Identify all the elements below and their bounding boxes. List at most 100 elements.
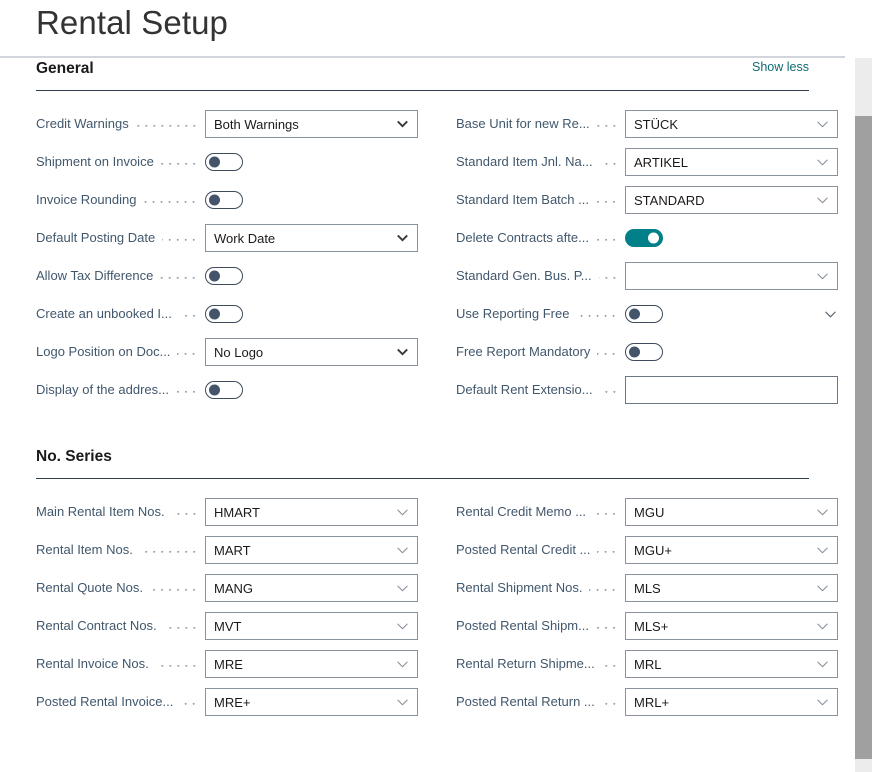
lookup-value: MGU: [634, 504, 665, 520]
toggle-switch[interactable]: [625, 343, 663, 361]
field-control: [625, 343, 838, 361]
dotted-leader: [599, 384, 618, 397]
lookup-field[interactable]: MART: [205, 536, 418, 564]
chevron-down-icon: [397, 547, 408, 554]
toggle-switch[interactable]: [205, 191, 243, 209]
field-control: [205, 153, 418, 171]
toggle-switch[interactable]: [625, 305, 663, 323]
field-label: Display of the addres...: [36, 382, 169, 397]
field-label: Rental Shipment Nos.: [456, 580, 583, 595]
left-column: Main Rental Item Nos. HMART Rental Item No…: [36, 493, 418, 721]
chevron-down-icon: [817, 547, 828, 554]
show-less-link[interactable]: Show less: [752, 60, 809, 74]
lookup-field[interactable]: MRE+: [205, 688, 418, 716]
dotted-leader: [143, 194, 198, 207]
field-control: STANDARD: [625, 186, 838, 214]
field-row: Standard Gen. Bus. P...: [456, 257, 838, 295]
lookup-field[interactable]: MRE: [205, 650, 418, 678]
lookup-field[interactable]: MANG: [205, 574, 418, 602]
field-grid: Main Rental Item Nos. HMART Rental Item No…: [36, 493, 845, 721]
lookup-field[interactable]: MGU+: [625, 536, 838, 564]
field-label: Rental Credit Memo ...: [456, 504, 587, 519]
dotted-leader: [139, 544, 198, 557]
dotted-leader: [135, 118, 198, 131]
vertical-scrollbar-track[interactable]: [855, 58, 872, 772]
field-label: Posted Rental Invoice...: [36, 694, 174, 709]
toggle-switch[interactable]: [205, 381, 243, 399]
lookup-field[interactable]: STANDARD: [625, 186, 838, 214]
field-control: [205, 381, 418, 399]
expand-chevron-down-icon[interactable]: [823, 307, 838, 322]
right-column: Rental Credit Memo ... MGU Posted Rental C…: [456, 493, 838, 721]
select-value: Work Date: [214, 230, 276, 246]
field-label: Rental Quote Nos.: [36, 580, 143, 595]
section-header: No. Series: [36, 446, 809, 479]
select-field[interactable]: No Logo: [205, 338, 418, 366]
lookup-field[interactable]: MRL+: [625, 688, 838, 716]
field-control: [205, 267, 418, 285]
field-control: MRE+: [205, 688, 418, 716]
field-label: Posted Rental Return ...: [456, 694, 595, 709]
field-row: Free Report Mandatory: [456, 333, 838, 371]
field-row: Posted Rental Credit ... MGU+: [456, 531, 838, 569]
dotted-leader: [597, 544, 618, 557]
lookup-value: MRE: [214, 656, 243, 672]
vertical-scrollbar-thumb[interactable]: [855, 116, 872, 759]
field-control: [625, 376, 838, 404]
field-label: Allow Tax Difference: [36, 268, 154, 283]
select-field[interactable]: Both Warnings: [205, 110, 418, 138]
lookup-value: MRL: [634, 656, 662, 672]
toggle-knob: [629, 346, 640, 358]
toggle-knob: [209, 194, 220, 206]
field-label: Posted Rental Shipm...: [456, 618, 589, 633]
toggle-switch[interactable]: [205, 153, 243, 171]
toggle-knob: [209, 308, 220, 320]
lookup-field[interactable]: MLS: [625, 574, 838, 602]
field-control: MGU: [625, 498, 838, 526]
dotted-leader: [601, 696, 618, 709]
field-row: Delete Contracts afte...: [456, 219, 838, 257]
field-control: Work Date: [205, 224, 418, 252]
dotted-leader: [180, 696, 198, 709]
dotted-leader: [599, 156, 618, 169]
toggle-switch[interactable]: [625, 229, 663, 247]
field-control: ARTIKEL: [625, 148, 838, 176]
dotted-leader: [160, 270, 198, 283]
lookup-field[interactable]: MVT: [205, 612, 418, 640]
lookup-value: MGU+: [634, 542, 672, 558]
field-control: HMART: [205, 498, 418, 526]
dotted-leader: [595, 194, 618, 207]
lookup-field[interactable]: MGU: [625, 498, 838, 526]
lookup-field[interactable]: STÜCK: [625, 110, 838, 138]
lookup-field[interactable]: MRL: [625, 650, 838, 678]
dotted-leader: [595, 232, 618, 245]
lookup-field[interactable]: HMART: [205, 498, 418, 526]
field-row: Rental Return Shipme... MRL: [456, 645, 838, 683]
field-label: Main Rental Item Nos.: [36, 504, 165, 519]
lookup-field[interactable]: ARTIKEL: [625, 148, 838, 176]
field-control: MANG: [205, 574, 418, 602]
chevron-down-icon: [817, 661, 828, 668]
text-input[interactable]: [625, 376, 838, 404]
lookup-value: MRL+: [634, 694, 670, 710]
lookup-field[interactable]: MLS+: [625, 612, 838, 640]
dotted-leader: [598, 270, 618, 283]
chevron-down-icon: [817, 121, 828, 128]
toggle-switch[interactable]: [205, 267, 243, 285]
field-control: MLS+: [625, 612, 838, 640]
dotted-leader: [160, 156, 198, 169]
toggle-switch[interactable]: [205, 305, 243, 323]
page-title: Rental Setup: [36, 4, 228, 41]
field-control: MLS: [625, 574, 838, 602]
field-control: MVT: [205, 612, 418, 640]
lookup-field[interactable]: [625, 262, 838, 290]
field-control: MART: [205, 536, 418, 564]
field-label: Standard Item Batch ...: [456, 192, 589, 207]
select-value: No Logo: [214, 344, 264, 360]
field-label: Credit Warnings: [36, 116, 129, 131]
field-label: Rental Contract Nos.: [36, 618, 157, 633]
select-field[interactable]: Work Date: [205, 224, 418, 252]
field-control: [205, 191, 418, 209]
lookup-value: STÜCK: [634, 116, 679, 132]
